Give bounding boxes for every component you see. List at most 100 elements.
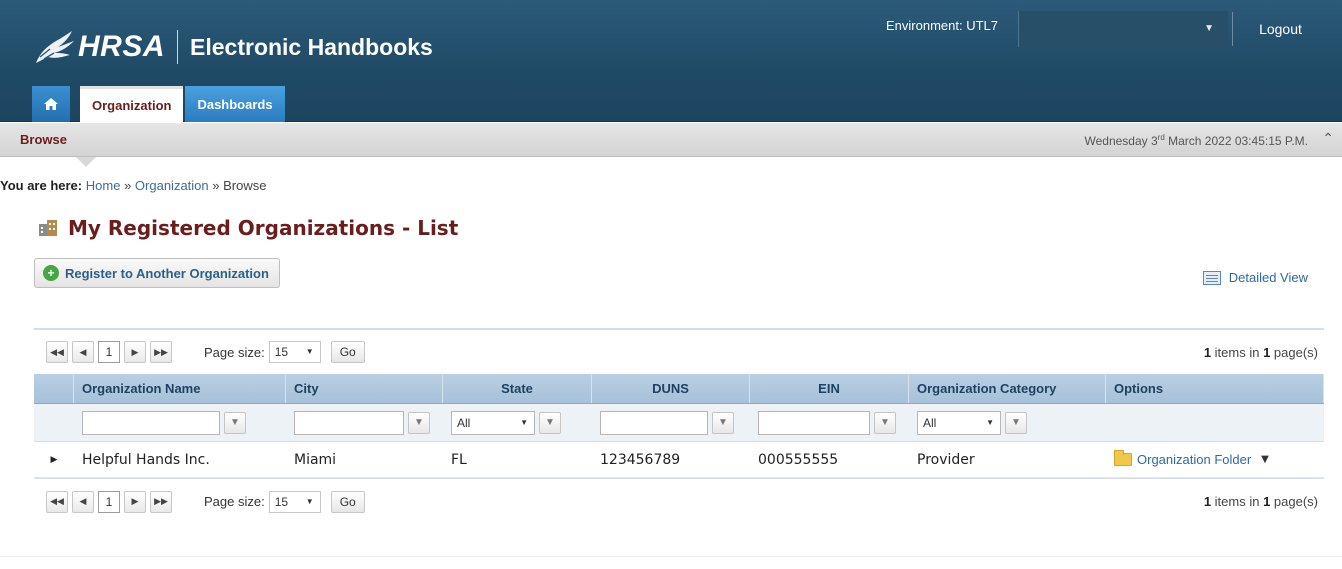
sub-navigation-bar: Browse Wednesday 3rd March 2022 03:45:15…	[0, 123, 1342, 157]
cell-organization-name: Helpful Hands Inc.	[82, 451, 210, 468]
grid-header-row: Organization Name City State DUNS EIN Or…	[34, 374, 1324, 404]
breadcrumb-sep: »	[212, 178, 220, 193]
column-header-organization-category[interactable]: Organization Category	[909, 374, 1106, 403]
go-button[interactable]: Go	[330, 341, 365, 363]
date-prefix: Wednesday 3	[1084, 134, 1158, 148]
home-icon	[44, 98, 58, 110]
filter-state: All ▼ ▼	[443, 404, 592, 441]
chevron-down-icon: ▼	[986, 417, 994, 427]
column-header-organization-name[interactable]: Organization Name	[74, 374, 286, 403]
breadcrumb-home[interactable]: Home	[86, 178, 121, 193]
cell-options: Organization Folder ▼	[1106, 442, 1324, 477]
first-page-button[interactable]: ◀◀	[46, 490, 68, 513]
register-button-label: Register to Another Organization	[65, 265, 269, 281]
first-page-button[interactable]: ◀◀	[46, 341, 68, 363]
category-filter-select[interactable]: All ▼	[917, 410, 1001, 435]
page-size-value: 15	[274, 494, 289, 509]
logout-button[interactable]: Logout	[1232, 12, 1328, 46]
chevron-down-icon: ▼	[305, 496, 314, 506]
detailed-view-link[interactable]: Detailed View	[1202, 270, 1308, 285]
eagle-logo-icon	[36, 31, 74, 63]
breadcrumb-lead: You are here:	[0, 178, 83, 193]
filter-icon[interactable]: ▼	[224, 411, 246, 434]
expand-row-icon[interactable]: ▶	[34, 442, 74, 477]
cell-state: FL	[451, 451, 467, 468]
filter-options-spacer	[1106, 404, 1324, 441]
list-view-icon	[1202, 270, 1221, 285]
prev-page-button[interactable]: ◀	[72, 490, 94, 513]
pages-text: page(s)	[1270, 345, 1318, 360]
column-header-ein[interactable]: EIN	[750, 374, 909, 403]
ein-filter-input[interactable]	[758, 410, 870, 435]
column-header-state[interactable]: State	[443, 374, 592, 403]
app-title: Electronic Handbooks	[190, 33, 433, 60]
grid-pager-top: ◀◀ ◀ 1 ▶ ▶▶ Page size: 15 ▼ Go 1 items in…	[34, 328, 1324, 374]
tab-dashboards[interactable]: Dashboards	[185, 86, 285, 122]
filter-organization-name: ▼	[74, 404, 286, 441]
filter-icon[interactable]: ▼	[874, 411, 896, 434]
filter-icon[interactable]: ▼	[408, 411, 430, 434]
filter-organization-category: All ▼ ▼	[909, 404, 1106, 441]
brand-label: HRSA	[78, 30, 166, 63]
state-filter-select[interactable]: All ▼	[451, 410, 535, 435]
building-icon	[39, 220, 57, 236]
state-filter-value: All	[457, 415, 471, 430]
page-size-select[interactable]: 15 ▼	[268, 341, 321, 363]
add-icon: +	[43, 265, 59, 281]
organization-folder-link[interactable]: Organization Folder	[1114, 450, 1251, 467]
last-page-button[interactable]: ▶▶	[150, 341, 172, 363]
organization-name-filter-input[interactable]	[82, 410, 220, 435]
table-row: ▶ Helpful Hands Inc. Miami FL 123456789 …	[34, 442, 1324, 478]
subnav-browse[interactable]: Browse	[20, 132, 67, 147]
cell-city: Miami	[294, 451, 337, 468]
logo-divider	[177, 30, 179, 64]
tab-organization[interactable]: Organization	[80, 86, 184, 122]
duns-filter-input[interactable]	[600, 410, 708, 435]
filter-duns: ▼	[592, 404, 750, 441]
cell-category: Provider	[917, 451, 975, 468]
options-dropdown-chevron-icon[interactable]: ▼	[1261, 454, 1269, 465]
prev-page-button[interactable]: ◀	[72, 341, 94, 363]
column-header-city[interactable]: City	[286, 374, 443, 403]
chevron-down-icon: ▼	[305, 347, 314, 356]
column-header-options: Options	[1106, 374, 1324, 403]
user-select-dropdown[interactable]: ▼	[1018, 11, 1228, 47]
next-page-button[interactable]: ▶	[124, 490, 146, 513]
page-title-block: My Registered Organizations - List	[38, 216, 458, 240]
chevron-down-icon: ▼	[1204, 23, 1214, 34]
date-rest: March 2022 03:45:15 P.M.	[1164, 134, 1308, 148]
chevron-down-icon: ▼	[520, 417, 528, 427]
last-page-button[interactable]: ▶▶	[150, 490, 172, 513]
organizations-grid: ◀◀ ◀ 1 ▶ ▶▶ Page size: 15 ▼ Go 1 items in…	[34, 328, 1324, 524]
collapse-chevron-icon[interactable]: ⌃	[1322, 130, 1334, 147]
tab-home[interactable]	[32, 86, 70, 122]
breadcrumb-organization[interactable]: Organization	[135, 178, 209, 193]
folder-icon	[1114, 450, 1132, 466]
column-header-duns[interactable]: DUNS	[592, 374, 750, 403]
register-another-organization-button[interactable]: + Register to Another Organization	[34, 258, 280, 288]
page-number-input[interactable]: 1	[98, 490, 120, 513]
breadcrumb-sep: »	[124, 178, 132, 193]
filter-icon[interactable]: ▼	[1005, 411, 1027, 434]
go-button[interactable]: Go	[330, 490, 365, 513]
filter-icon[interactable]: ▼	[539, 411, 561, 434]
items-count: 1	[1203, 494, 1212, 509]
items-count: 1	[1203, 345, 1212, 360]
app-header: HRSA Electronic Handbooks Environment: U…	[0, 0, 1342, 122]
grid-filter-row: ▼ ▼ All ▼ ▼ ▼ ▼ All ▼ ▼	[34, 404, 1324, 442]
page-size-label: Page size:	[204, 494, 265, 509]
pager-info: 1 items in 1 page(s)	[1204, 345, 1318, 360]
page-size-select[interactable]: 15 ▼	[268, 490, 321, 513]
city-filter-input[interactable]	[294, 410, 404, 435]
main-tabs: Organization Dashboards	[32, 86, 285, 122]
next-page-button[interactable]: ▶	[124, 341, 146, 363]
filter-city: ▼	[286, 404, 443, 441]
subnav-pointer	[76, 157, 96, 167]
breadcrumb: You are here: Home » Organization » Brow…	[0, 178, 266, 193]
page-number-input[interactable]: 1	[98, 341, 120, 363]
pages-text: page(s)	[1270, 494, 1318, 509]
page-size-label: Page size:	[204, 344, 265, 360]
filter-icon[interactable]: ▼	[712, 411, 734, 434]
filter-spacer	[34, 404, 74, 441]
hrsa-logo[interactable]: HRSA Electronic Handbooks	[30, 22, 433, 72]
